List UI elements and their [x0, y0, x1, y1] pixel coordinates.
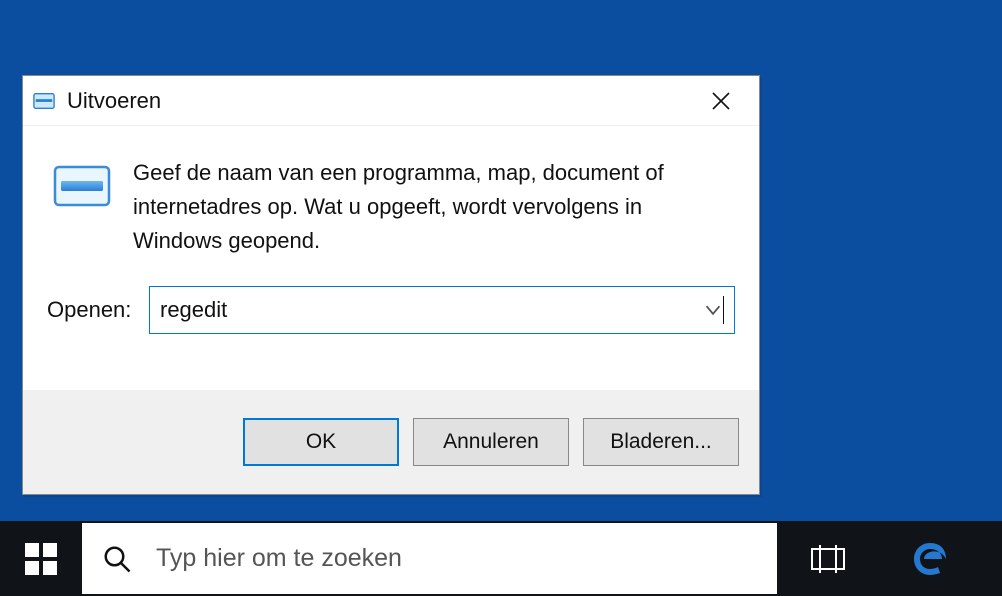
- dialog-buttons: OK Annuleren Bladeren...: [23, 390, 759, 494]
- search-icon: [102, 544, 132, 574]
- start-button[interactable]: [0, 521, 82, 596]
- taskbar-search[interactable]: Typ hier om te zoeken: [82, 523, 777, 594]
- chevron-down-icon[interactable]: [704, 301, 722, 319]
- text-cursor: [723, 296, 724, 324]
- open-input[interactable]: [160, 297, 724, 323]
- run-dialog: Uitvoeren Geef de naam van een programma…: [22, 75, 760, 495]
- dialog-titlebar: Uitvoeren: [23, 76, 759, 126]
- cancel-button[interactable]: Annuleren: [413, 418, 569, 466]
- run-icon: [47, 156, 117, 216]
- dialog-content: Geef de naam van een programma, map, doc…: [23, 126, 759, 268]
- search-placeholder: Typ hier om te zoeken: [156, 544, 402, 573]
- ok-button[interactable]: OK: [243, 418, 399, 466]
- open-row: Openen:: [23, 268, 759, 362]
- close-button[interactable]: [687, 76, 755, 125]
- taskbar: Typ hier om te zoeken: [0, 521, 1002, 596]
- task-view-icon[interactable]: [777, 521, 879, 596]
- open-label: Openen:: [47, 297, 141, 323]
- dialog-title: Uitvoeren: [67, 88, 161, 114]
- run-title-icon: [33, 90, 55, 112]
- browse-button[interactable]: Bladeren...: [583, 418, 739, 466]
- open-combobox[interactable]: [149, 286, 735, 334]
- dialog-description: Geef de naam van een programma, map, doc…: [133, 156, 723, 258]
- edge-icon[interactable]: [879, 521, 981, 596]
